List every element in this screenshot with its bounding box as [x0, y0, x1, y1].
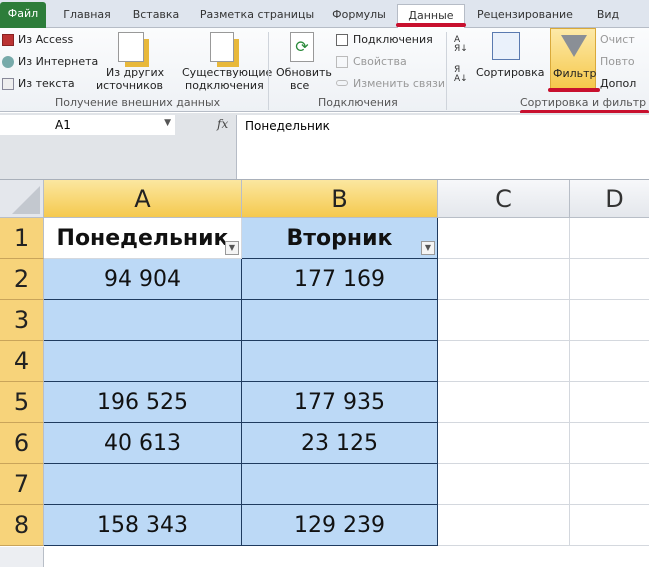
- cell-b1[interactable]: Вторник ▼: [242, 218, 438, 259]
- row-header-7[interactable]: 7: [0, 464, 44, 505]
- ribbon: Из Access Из Интернета Из текста Из друг…: [0, 28, 649, 114]
- cell-b5[interactable]: 177 935: [242, 382, 438, 423]
- cell-a1[interactable]: Понедельник ▼: [44, 218, 242, 259]
- row-header-5[interactable]: 5: [0, 382, 44, 423]
- tab-review[interactable]: Рецензирование: [470, 4, 580, 28]
- clear-button[interactable]: Очист: [600, 33, 635, 46]
- cell-value: 158 343: [97, 513, 188, 538]
- funnel-icon: [561, 35, 587, 57]
- cell-a5[interactable]: 196 525: [44, 382, 242, 423]
- select-all-button[interactable]: [0, 180, 44, 218]
- tab-home[interactable]: Главная: [52, 4, 122, 28]
- cell-value: 129 239: [294, 513, 385, 538]
- row-header-9[interactable]: [0, 547, 44, 567]
- row-header-3[interactable]: 3: [0, 300, 44, 341]
- cell-b2[interactable]: 177 169: [242, 259, 438, 300]
- row-header-2[interactable]: 2: [0, 259, 44, 300]
- cell-c3[interactable]: [438, 300, 570, 341]
- tab-file[interactable]: Файл: [0, 2, 46, 28]
- cell-d1[interactable]: [570, 218, 649, 259]
- group-label-connections: Подключения: [318, 96, 398, 109]
- cell-value: Понедельник: [56, 226, 229, 251]
- cell-b6[interactable]: 23 125: [242, 423, 438, 464]
- connections-file-icon: [210, 32, 234, 62]
- sort-dialog-icon: [492, 32, 520, 60]
- column-header-c[interactable]: C: [438, 180, 570, 218]
- cell-d3[interactable]: [570, 300, 649, 341]
- formula-input[interactable]: Понедельник: [236, 115, 649, 179]
- cell-value: 177 169: [294, 267, 385, 292]
- tab-page-layout[interactable]: Разметка страницы: [192, 4, 322, 28]
- tab-formulas[interactable]: Формулы: [326, 4, 392, 28]
- cell-value: 196 525: [97, 390, 188, 415]
- filter-button[interactable]: Фильтр: [550, 28, 597, 90]
- cell-value: 94 904: [104, 267, 181, 292]
- cell-d4[interactable]: [570, 341, 649, 382]
- cell-b7[interactable]: [242, 464, 438, 505]
- row-header-1[interactable]: 1: [0, 218, 44, 259]
- name-box-value: A1: [55, 118, 71, 132]
- chevron-down-icon[interactable]: ▼: [164, 118, 171, 128]
- cell-value: Вторник: [286, 226, 393, 251]
- cell-b4[interactable]: [242, 341, 438, 382]
- tab-insert[interactable]: Вставка: [124, 4, 188, 28]
- cell-value: 23 125: [301, 431, 378, 456]
- cell-c5[interactable]: [438, 382, 570, 423]
- name-box[interactable]: A1 ▼: [0, 115, 175, 135]
- cell-d8[interactable]: [570, 505, 649, 546]
- cell-d7[interactable]: [570, 464, 649, 505]
- cell-c1[interactable]: [438, 218, 570, 259]
- cell-a4[interactable]: [44, 341, 242, 382]
- formula-value: Понедельник: [245, 119, 330, 133]
- highlight-underline: [548, 88, 600, 92]
- connections-icon: [336, 34, 348, 46]
- cell-d2[interactable]: [570, 259, 649, 300]
- row-header-8[interactable]: 8: [0, 505, 44, 546]
- ribbon-tabs: Файл Главная Вставка Разметка страницы Ф…: [0, 0, 649, 29]
- cell-b3[interactable]: [242, 300, 438, 341]
- column-header-b[interactable]: B: [242, 180, 438, 218]
- refresh-icon: ⟳: [290, 32, 314, 62]
- row-header-4[interactable]: 4: [0, 341, 44, 382]
- divider: [446, 32, 447, 110]
- formula-bar: A1 ▼ fx Понедельник: [0, 113, 649, 180]
- access-icon: [2, 34, 14, 46]
- cell-a3[interactable]: [44, 300, 242, 341]
- advanced-button[interactable]: Допол: [600, 77, 636, 90]
- spreadsheet-grid: A B C D 1 Понедельник ▼ Вторник ▼ 2 94 904 177 …: [0, 180, 649, 567]
- cell-a7[interactable]: [44, 464, 242, 505]
- cell-a2[interactable]: 94 904: [44, 259, 242, 300]
- cell-d5[interactable]: [570, 382, 649, 423]
- group-label-sort-filter: Сортировка и фильтр: [520, 96, 647, 109]
- cell-a6[interactable]: 40 613: [44, 423, 242, 464]
- cell-c4[interactable]: [438, 341, 570, 382]
- filter-dropdown-button[interactable]: ▼: [225, 241, 239, 255]
- cell-c7[interactable]: [438, 464, 570, 505]
- link-icon: [336, 80, 348, 86]
- properties-icon: [336, 56, 348, 68]
- highlight-underline: [396, 23, 466, 27]
- group-label-external: Получение внешних данных: [55, 96, 221, 109]
- text-file-icon: [2, 78, 14, 90]
- cell-a8[interactable]: 158 343: [44, 505, 242, 546]
- cell-value: 40 613: [104, 431, 181, 456]
- cell-d6[interactable]: [570, 423, 649, 464]
- sort-z-a-icon[interactable]: Я А↓: [454, 66, 468, 84]
- column-header-d[interactable]: D: [570, 180, 649, 218]
- column-header-a[interactable]: A: [44, 180, 242, 218]
- cell-c2[interactable]: [438, 259, 570, 300]
- cell-b8[interactable]: 129 239: [242, 505, 438, 546]
- cell-value: 177 935: [294, 390, 385, 415]
- divider: [268, 32, 269, 110]
- fx-icon[interactable]: fx: [217, 117, 228, 131]
- filter-dropdown-button[interactable]: ▼: [421, 241, 435, 255]
- row-header-6[interactable]: 6: [0, 423, 44, 464]
- web-icon: [2, 56, 14, 68]
- tab-view[interactable]: Вид: [588, 4, 628, 28]
- database-icon: [118, 32, 144, 62]
- sort-a-z-icon[interactable]: А Я↓: [454, 36, 468, 54]
- cell-c8[interactable]: [438, 505, 570, 546]
- reapply-button[interactable]: Повто: [600, 55, 635, 68]
- cell-c6[interactable]: [438, 423, 570, 464]
